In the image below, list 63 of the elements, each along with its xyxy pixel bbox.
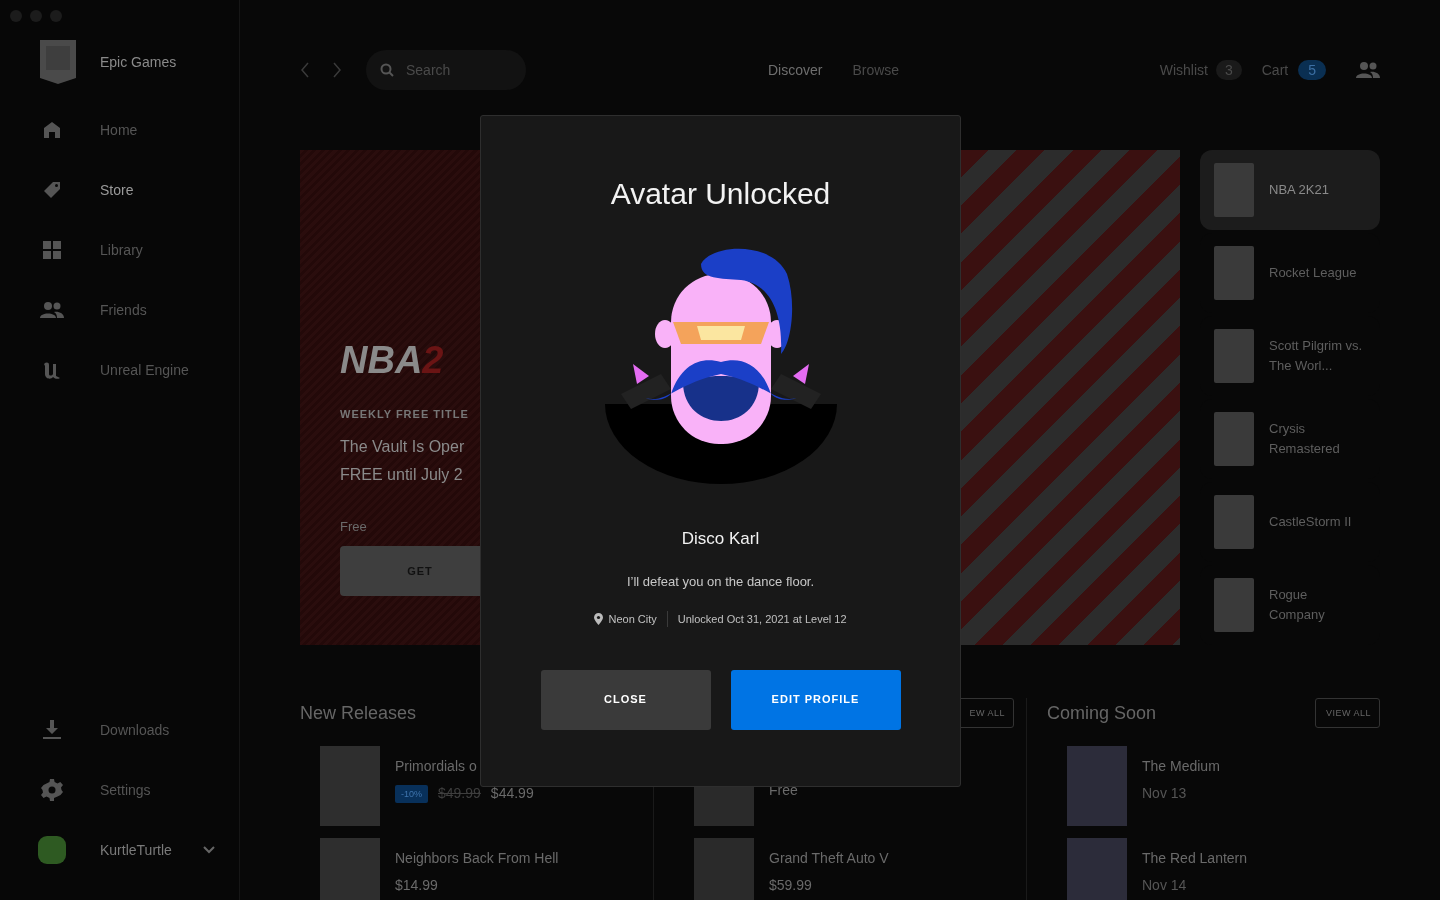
wishlist-link[interactable]: Wishlist (1159, 59, 1208, 81)
grid-icon (43, 241, 61, 259)
nav-tab[interactable]: Browse (852, 59, 900, 81)
user-name: KurtleTurtle (100, 840, 172, 860)
sidebar-item[interactable]: Library (0, 220, 239, 280)
game-title: Neighbors Back From Hell (395, 849, 559, 868)
game-title: Grand Theft Auto V (769, 849, 889, 868)
sidebar-item[interactable]: Downloads (0, 700, 239, 760)
nav-tab[interactable]: Discover (768, 59, 823, 81)
price: $59.99 (769, 876, 813, 895)
section-title: New Releases (300, 701, 417, 725)
game-title: The Medium (1142, 757, 1220, 776)
sidebar-item[interactable]: Store (0, 160, 239, 220)
game-cover (1214, 412, 1254, 466)
location-text: Neon City (608, 612, 657, 627)
close-button[interactable]: CLOSE (540, 669, 711, 730)
release-date: Nov 14 (1142, 876, 1188, 895)
game-cover (694, 838, 754, 900)
gear-icon (41, 779, 63, 801)
cart-link[interactable]: Cart (1261, 59, 1289, 81)
release-date: Nov 13 (1142, 784, 1188, 803)
unlocked-date: Unlocked Oct 31, 2021 at Level 12 (677, 612, 847, 627)
game-cover (1214, 495, 1254, 549)
hero-title: FREE until July 2 (340, 464, 464, 485)
game-cover (1214, 163, 1254, 217)
tag-icon (42, 180, 62, 200)
sidebar-item[interactable]: Home (0, 100, 239, 160)
dialog-title: Avatar Unlocked (610, 176, 831, 212)
shield-logo-icon (40, 40, 76, 84)
download-icon (43, 720, 61, 740)
avatar-quote: I’ll defeat you on the dance floor. (626, 572, 815, 591)
hero-title: The Vault Is Oper (340, 436, 466, 457)
sidebar-item[interactable]: Unreal Engine (0, 340, 239, 400)
game-logo: NBA2 (340, 340, 445, 380)
people-icon (40, 302, 64, 318)
sidebar-item[interactable]: Friends (0, 280, 239, 340)
game-cover (1214, 578, 1254, 632)
avatar-icon (36, 834, 68, 866)
price-label: Free (340, 517, 368, 536)
featured-game-item[interactable]: NBA 2K21 (1200, 150, 1380, 230)
game-cover (1214, 329, 1254, 383)
price: $14.99 (395, 876, 438, 895)
game-title: The Red Lantern (1142, 849, 1248, 868)
game-cover (1067, 838, 1127, 900)
friends-icon[interactable] (1356, 62, 1380, 78)
location-pin-icon (594, 613, 604, 626)
chevron-down-icon[interactable] (203, 846, 215, 854)
game-cover (320, 838, 380, 900)
discount-badge: -10% (395, 784, 428, 803)
view-all-button[interactable]: VIEW ALL (1314, 698, 1380, 728)
brand-name: Epic Games (100, 52, 177, 72)
eyebrow-label: WEEKLY FREE TITLE (340, 407, 470, 422)
edit-profile-button[interactable]: EDIT PROFILE (730, 669, 901, 730)
game-cover (1214, 246, 1254, 300)
home-icon (42, 120, 62, 140)
price: $44.99 (490, 784, 534, 803)
sidebar-item[interactable]: Settings (0, 760, 239, 820)
game-title: Primordials o (395, 757, 478, 776)
search-icon (380, 63, 394, 77)
cart-count: 5 (1298, 60, 1326, 80)
search-field[interactable]: Search (366, 50, 526, 90)
section-title: Coming Soon (1047, 701, 1157, 725)
avatar-name: Disco Karl (681, 528, 760, 550)
